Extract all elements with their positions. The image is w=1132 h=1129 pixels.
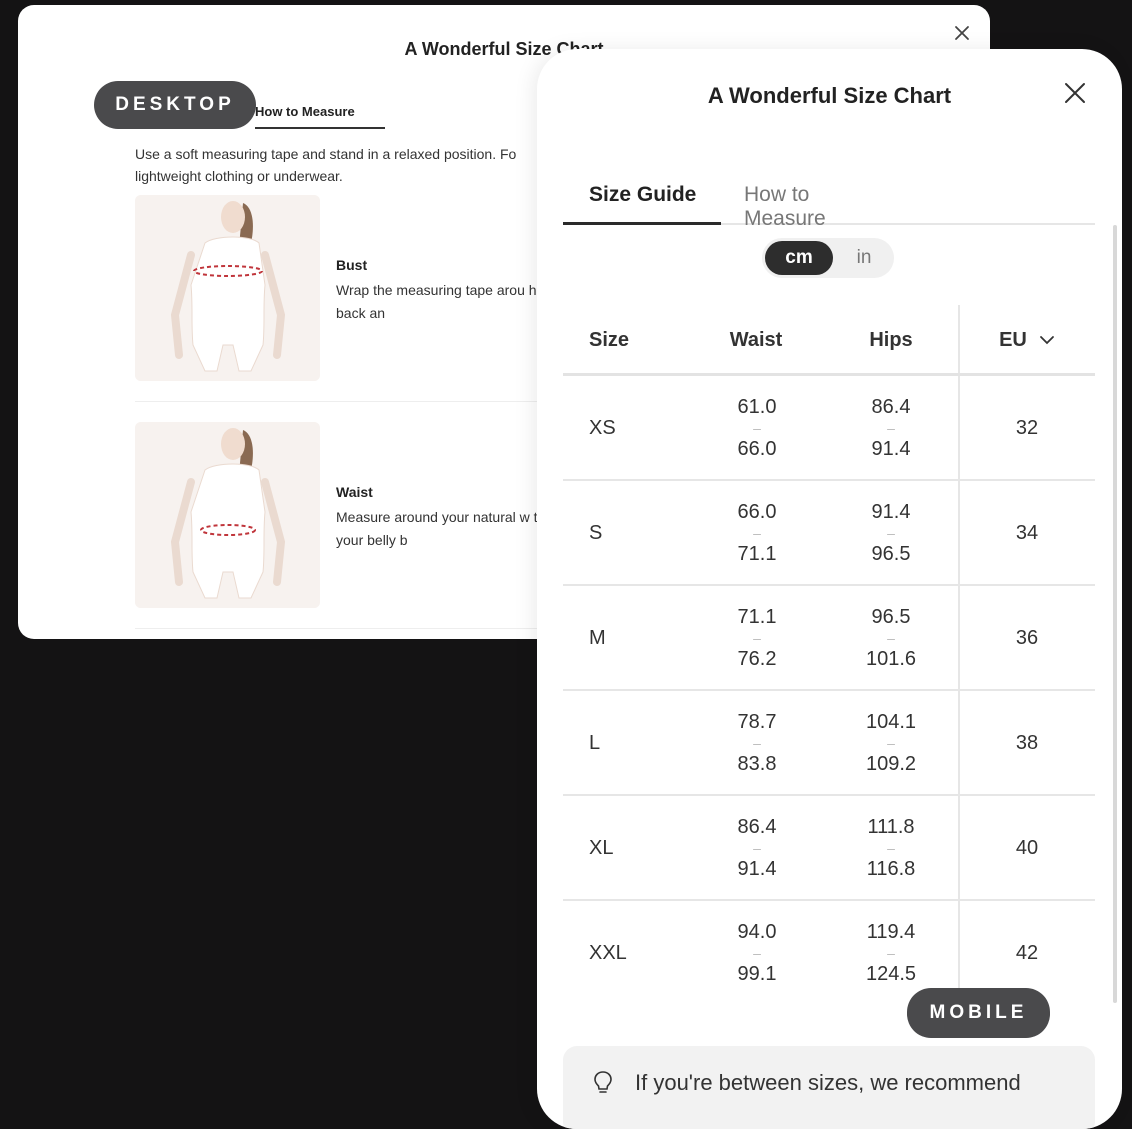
mobile-badge: MOBILE <box>907 988 1050 1038</box>
row-divider <box>135 628 555 629</box>
header-size: Size <box>589 328 630 351</box>
unit-toggle: cm in <box>762 238 894 278</box>
eu-size-cell: 34 <box>1015 522 1039 544</box>
desktop-badge: DESKTOP <box>94 81 256 129</box>
waist-range: 94.0 – 99.1 <box>705 921 809 985</box>
hips-range: 119.4 – 124.5 <box>839 921 943 985</box>
tab-size-guide-label: Size Guide <box>589 183 697 206</box>
waist-min: 78.7 <box>737 711 777 733</box>
lightbulb-icon <box>594 1071 612 1093</box>
waist-max: 66.0 <box>737 438 777 460</box>
waist-max: 99.1 <box>737 963 777 985</box>
close-icon[interactable] <box>952 23 972 43</box>
size-cell: L <box>589 732 601 754</box>
waist-max: 76.2 <box>737 648 777 670</box>
chevron-down-icon <box>1039 336 1054 345</box>
tab-how-to-measure-label: How to Measure <box>255 104 355 119</box>
hips-min: 111.8 <box>867 816 915 838</box>
region-select-label: EU <box>999 328 1027 351</box>
hips-range: 104.1 – 109.2 <box>839 711 943 775</box>
header-waist: Waist <box>729 328 783 351</box>
bust-figure-image <box>135 195 320 381</box>
row-divider <box>135 401 555 402</box>
range-dash: – <box>753 525 761 541</box>
size-cell: XXL <box>589 942 627 964</box>
eu-size-cell: 38 <box>1015 732 1039 754</box>
waist-range: 78.7 – 83.8 <box>705 711 809 775</box>
close-icon[interactable] <box>1063 81 1087 105</box>
range-dash: – <box>887 840 895 856</box>
range-dash: – <box>753 945 761 961</box>
region-select[interactable]: EU <box>959 305 1095 375</box>
size-cell: XS <box>589 417 616 439</box>
scrollbar[interactable] <box>1113 225 1117 1003</box>
waist-min: 66.0 <box>737 501 777 523</box>
bust-label: Bust <box>336 257 368 273</box>
range-dash: – <box>887 735 895 751</box>
eu-size-cell: 40 <box>1015 837 1039 859</box>
eu-size-cell: 32 <box>1015 417 1039 439</box>
hips-range: 86.4 – 91.4 <box>839 396 943 460</box>
size-cell: XL <box>589 837 614 859</box>
range-dash: – <box>887 630 895 646</box>
range-dash: – <box>753 420 761 436</box>
waist-min: 94.0 <box>737 921 777 943</box>
unit-in-button[interactable]: in <box>842 241 886 275</box>
mobile-size-chart-modal: A Wonderful Size Chart Size Guide How to… <box>537 49 1122 1129</box>
table-row: S 66.0 – 71.1 91.4 – 96.5 34 <box>563 481 1095 586</box>
waist-range: 71.1 – 76.2 <box>705 606 809 670</box>
hips-range: 96.5 – 101.6 <box>839 606 943 670</box>
waist-range: 61.0 – 66.0 <box>705 396 809 460</box>
hips-max: 91.4 <box>871 438 911 460</box>
waist-min: 86.4 <box>737 816 777 838</box>
size-cell: S <box>589 522 603 544</box>
mobile-tabs: Size Guide How to Measure <box>563 179 1095 230</box>
eu-size-cell: 36 <box>1015 627 1039 649</box>
hips-min: 86.4 <box>871 396 911 418</box>
tab-how-to-measure[interactable]: How to Measure <box>255 101 385 129</box>
hips-max: 116.8 <box>866 858 916 880</box>
table-row: XL 86.4 – 91.4 111.8 – 116.8 40 <box>563 796 1095 901</box>
waist-max: 91.4 <box>737 858 777 880</box>
range-dash: – <box>887 420 895 436</box>
range-dash: – <box>753 630 761 646</box>
table-row: M 71.1 – 76.2 96.5 – 101.6 36 <box>563 586 1095 691</box>
waist-range: 66.0 – 71.1 <box>705 501 809 565</box>
hips-range: 91.4 – 96.5 <box>839 501 943 565</box>
table-row: L 78.7 – 83.8 104.1 – 109.2 38 <box>563 691 1095 796</box>
hips-min: 91.4 <box>871 501 911 523</box>
hips-range: 111.8 – 116.8 <box>839 816 943 880</box>
table-row: XS 61.0 – 66.0 86.4 – 91.4 32 <box>563 376 1095 481</box>
size-tip-text: If you're between sizes, we recommend <box>635 1070 1021 1095</box>
waist-range: 86.4 – 91.4 <box>705 816 809 880</box>
hips-max: 101.6 <box>865 648 917 670</box>
size-tip-box: If you're between sizes, we recommend <box>563 1046 1095 1129</box>
range-dash: – <box>753 735 761 751</box>
header-hips: Hips <box>869 328 913 351</box>
waist-label: Waist <box>336 484 373 500</box>
hips-max: 96.5 <box>871 543 911 565</box>
mobile-modal-title: A Wonderful Size Chart <box>707 83 952 108</box>
waist-min: 71.1 <box>737 606 777 628</box>
hips-min: 119.4 <box>866 921 916 943</box>
measure-intro-text: Use a soft measuring tape and stand in a… <box>135 146 517 184</box>
waist-max: 83.8 <box>737 753 777 775</box>
range-dash: – <box>887 945 895 961</box>
hips-max: 124.5 <box>865 963 917 985</box>
waist-max: 71.1 <box>737 543 777 565</box>
hips-min: 104.1 <box>865 711 917 733</box>
waist-figure-image <box>135 422 320 608</box>
waist-min: 61.0 <box>737 396 777 418</box>
unit-cm-button[interactable]: cm <box>765 241 833 275</box>
tab-how-to-measure-label: How to Measure <box>744 183 826 230</box>
hips-max: 109.2 <box>865 753 917 775</box>
range-dash: – <box>753 840 761 856</box>
range-dash: – <box>887 525 895 541</box>
size-cell: M <box>589 627 606 649</box>
hips-min: 96.5 <box>871 606 911 628</box>
tab-size-guide[interactable]: Size Guide <box>563 179 721 225</box>
